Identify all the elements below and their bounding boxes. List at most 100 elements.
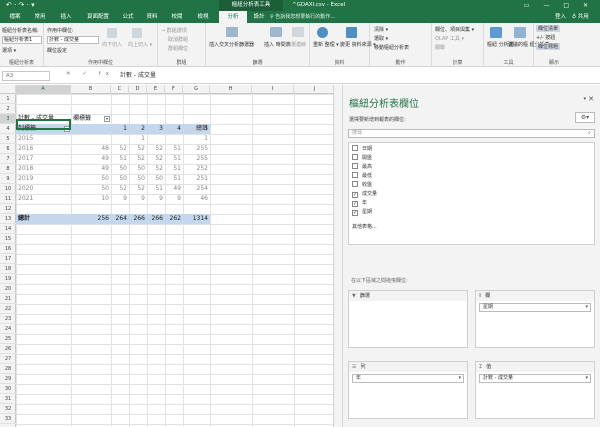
- row-header[interactable]: 18: [0, 264, 16, 274]
- row-header[interactable]: 4: [0, 124, 16, 134]
- pivot-value-cell[interactable]: 52: [129, 144, 147, 154]
- pivot-value-cell[interactable]: 52: [147, 154, 165, 164]
- row-header[interactable]: 30: [0, 384, 16, 394]
- field-search-input[interactable]: 搜尋: [348, 129, 595, 138]
- formula-buttons[interactable]: ✕ ✓ fx: [66, 71, 114, 77]
- pivot-value-cell[interactable]: 51: [165, 154, 183, 164]
- share-button[interactable]: ♁ 共用: [572, 11, 589, 23]
- pivot-total-cell[interactable]: 266: [129, 214, 147, 224]
- window-controls[interactable]: ▭ — □ ✕: [524, 0, 594, 11]
- columns-area-field[interactable]: 星期 ▾: [479, 303, 591, 312]
- insert-slicer-button[interactable]: 插入交叉分析篩選器: [209, 41, 254, 48]
- pivot-value-cell[interactable]: 1: [129, 134, 147, 144]
- refresh-button[interactable]: 重新 整理 ▾: [313, 41, 339, 48]
- pivot-col-header[interactable]: 2: [129, 124, 147, 134]
- pivot-row-total[interactable]: 252: [183, 164, 210, 174]
- pane-options-dropdown-icon[interactable]: ▾: [583, 96, 586, 102]
- pivot-value-cell[interactable]: 52: [129, 184, 147, 194]
- row-header[interactable]: 8: [0, 164, 16, 174]
- field-item[interactable]: 最低: [352, 172, 372, 181]
- pivot-value-cell[interactable]: 52: [129, 154, 147, 164]
- pivot-value-cell[interactable]: 9: [111, 194, 129, 204]
- row-header[interactable]: 17: [0, 254, 16, 264]
- pivot-row-year[interactable]: 2020: [16, 184, 71, 194]
- select-all-corner[interactable]: [0, 85, 16, 94]
- column-header[interactable]: B: [71, 85, 111, 94]
- row-header[interactable]: 24: [0, 324, 16, 334]
- olap-tools-button[interactable]: OLAP 工具 ▾: [435, 35, 464, 42]
- row-header[interactable]: 22: [0, 304, 16, 314]
- pivot-total-cell[interactable]: 264: [111, 214, 129, 224]
- move-pivot-button[interactable]: 移動樞紐分析表: [374, 44, 409, 51]
- row-header[interactable]: 2: [0, 104, 16, 114]
- row-header[interactable]: 19: [0, 274, 16, 284]
- ungroup-button[interactable]: 取消群組: [168, 36, 188, 43]
- pivot-value-cell[interactable]: [165, 134, 183, 144]
- checkbox-icon[interactable]: [352, 154, 358, 160]
- tell-me-box[interactable]: ♀ 告訴我您想要執行的動作...: [270, 11, 335, 23]
- pivot-total-cell[interactable]: 256: [71, 214, 111, 224]
- pivot-row-year[interactable]: 2021: [16, 194, 71, 204]
- pivot-value-cell[interactable]: 49: [71, 154, 111, 164]
- field-headers-toggle[interactable]: 欄位標題: [536, 43, 561, 50]
- row-header[interactable]: 7: [0, 154, 16, 164]
- checkbox-icon[interactable]: [352, 145, 358, 151]
- checkbox-icon[interactable]: [352, 181, 358, 187]
- field-item[interactable]: 收盤: [352, 181, 372, 190]
- field-item[interactable]: ✓ 星期: [352, 208, 372, 217]
- pivot-value-cell[interactable]: 50: [129, 164, 147, 174]
- pivot-value-cell[interactable]: 51: [147, 184, 165, 194]
- pivot-col-header[interactable]: 1: [111, 124, 129, 134]
- pivot-col-header[interactable]: 3: [147, 124, 165, 134]
- checkbox-checked-icon[interactable]: ✓: [352, 192, 358, 198]
- pivot-row-total[interactable]: 255: [183, 144, 210, 154]
- row-header[interactable]: 20: [0, 284, 16, 294]
- row-header[interactable]: 33: [0, 414, 16, 424]
- quick-access-toolbar[interactable]: ↶ · ↷ · ▾: [6, 1, 35, 9]
- filters-area[interactable]: ▼ 篩選: [348, 290, 468, 348]
- field-settings-button[interactable]: 欄位設定: [47, 47, 67, 54]
- row-header[interactable]: 27: [0, 354, 16, 364]
- checkbox-icon[interactable]: [352, 172, 358, 178]
- row-header[interactable]: 25: [0, 334, 16, 344]
- pivot-row-year[interactable]: 2018: [16, 164, 71, 174]
- column-header[interactable]: A: [16, 85, 71, 94]
- row-header[interactable]: 12: [0, 204, 16, 214]
- pivot-total-cell[interactable]: 262: [165, 214, 183, 224]
- active-field-input[interactable]: 計數 - 成交量: [47, 36, 99, 44]
- row-header[interactable]: 23: [0, 314, 16, 324]
- row-header[interactable]: 1: [0, 94, 16, 104]
- checkbox-icon[interactable]: [352, 163, 358, 169]
- clear-button[interactable]: 清除 ▾: [374, 26, 388, 33]
- pivot-value-cell[interactable]: 10: [71, 194, 111, 204]
- field-item[interactable]: ✓ 年: [352, 199, 367, 208]
- tab-analyze[interactable]: 分析: [219, 11, 247, 23]
- pivot-value-cell[interactable]: 50: [147, 174, 165, 184]
- checkbox-checked-icon[interactable]: ✓: [352, 210, 358, 216]
- pivot-row-year[interactable]: 2019: [16, 174, 71, 184]
- close-icon[interactable]: ✕: [588, 95, 594, 103]
- row-header[interactable]: 26: [0, 344, 16, 354]
- select-button[interactable]: 選取 ▾: [374, 35, 388, 42]
- pivot-value-cell[interactable]: [111, 134, 129, 144]
- row-header[interactable]: 32: [0, 404, 16, 414]
- buttons-toggle[interactable]: +/- 按鈕: [536, 34, 555, 41]
- pivot-value-cell[interactable]: 9: [129, 194, 147, 204]
- pivot-value-cell[interactable]: 49: [71, 164, 111, 174]
- pivot-grand-total-header[interactable]: 總計: [183, 124, 210, 134]
- column-header[interactable]: H: [210, 85, 252, 94]
- pivot-row-year[interactable]: 2015: [16, 134, 71, 144]
- column-header[interactable]: I: [252, 85, 294, 94]
- formula-input[interactable]: 計數 - 成交量: [120, 71, 330, 81]
- tab-design[interactable]: 設計: [247, 11, 271, 23]
- rows-area[interactable]: ☰ 列 年 ▾: [348, 361, 468, 419]
- pivot-grand-total-label[interactable]: 總計: [16, 214, 71, 224]
- row-header[interactable]: 10: [0, 184, 16, 194]
- row-header[interactable]: 11: [0, 194, 16, 204]
- column-filter-dropdown-icon[interactable]: ▾: [104, 116, 110, 122]
- values-area-field[interactable]: 計數 - 成交量 ▾: [479, 374, 591, 383]
- pivot-value-cell[interactable]: 49: [165, 184, 183, 194]
- pivot-row-total[interactable]: 254: [183, 184, 210, 194]
- field-item[interactable]: 日期: [352, 145, 372, 154]
- tab-page-layout[interactable]: 頁面配置: [80, 11, 116, 23]
